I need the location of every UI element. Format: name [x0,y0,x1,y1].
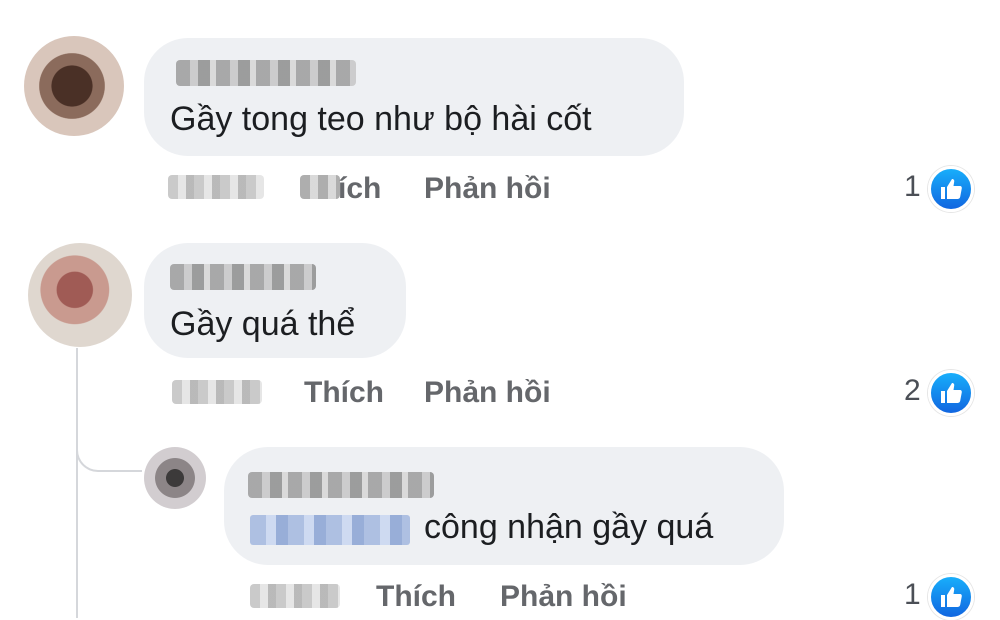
timestamp-blurred[interactable] [168,175,264,199]
timestamp-blurred[interactable] [172,380,262,404]
reply-button[interactable]: Phản hồi [424,172,551,206]
thumbs-up-icon[interactable] [928,370,974,416]
commenter-name-blurred[interactable] [170,264,316,290]
thumbs-up-icon[interactable] [928,574,974,620]
reaction-count[interactable]: 1 [904,578,921,612]
comment-text: Gầy quá thể [170,305,356,343]
reply-thread-line [76,348,78,618]
commenter-name-blurred[interactable] [248,472,434,498]
like-button[interactable]: ích [338,172,381,206]
avatar[interactable] [144,447,206,509]
reply-button[interactable]: Phản hồi [424,376,551,410]
like-button[interactable]: Thích [376,580,456,614]
comment-text: Gầy tong teo như bộ hài cốt [170,100,592,138]
reply-button[interactable]: Phản hồi [500,580,627,614]
mention-link-blurred[interactable] [250,515,410,545]
timestamp-blurred[interactable] [250,584,340,608]
like-button[interactable]: Thích [304,376,384,410]
like-label-blurred-part [300,175,340,199]
reply-bubble [224,447,784,565]
reply-thread-connector [76,430,142,472]
reply-text: công nhận gầy quá [424,508,714,546]
reaction-count[interactable]: 1 [904,170,921,204]
reaction-count[interactable]: 2 [904,374,921,408]
commenter-name-blurred[interactable] [176,60,356,86]
thumbs-up-icon[interactable] [928,166,974,212]
avatar[interactable] [24,36,124,136]
avatar[interactable] [28,243,132,347]
